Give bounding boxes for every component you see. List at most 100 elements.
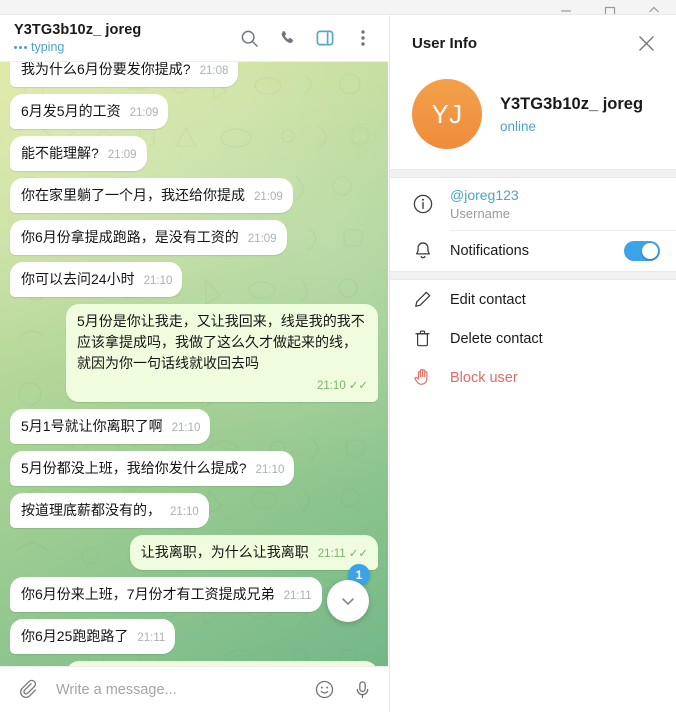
- message-time: 21:10: [171, 422, 201, 434]
- message-row[interactable]: 你6月份拿提成跑路，是没有工资的 21:09: [10, 220, 378, 255]
- user-info-title: User Info: [412, 34, 478, 52]
- section-divider-2: [390, 271, 676, 280]
- message-time: 21:09: [247, 233, 277, 245]
- message-input[interactable]: [50, 681, 302, 698]
- close-icon[interactable]: [630, 27, 662, 59]
- notifications-label: Notifications: [450, 243, 529, 259]
- smiley-icon[interactable]: [308, 674, 340, 706]
- search-icon[interactable]: [232, 21, 266, 55]
- outgoing-message-bubble[interactable]: 我也是5月4号没去上班，5月27号也是回去上班21:11✓✓: [66, 661, 378, 666]
- pencil-icon: [412, 289, 450, 310]
- avatar[interactable]: YJ: [412, 79, 482, 149]
- delete-contact-label: Delete contact: [450, 330, 543, 347]
- message-time: 21:09: [129, 107, 159, 119]
- message-composer: [0, 666, 388, 712]
- message-time: 21:11: [137, 632, 166, 644]
- block-user-row[interactable]: Block user: [390, 358, 676, 397]
- message-meta: 21:10 ✓✓: [317, 376, 368, 397]
- message-row[interactable]: 5月份是你让我走，又让我回来，线是我的我不应该拿提成吗，我做了这么久才做起来的线…: [10, 304, 378, 402]
- info-panel-toggle-icon[interactable]: [308, 21, 342, 55]
- window-close-button[interactable]: [632, 0, 676, 14]
- message-text: 6月发5月的工资: [21, 103, 121, 119]
- message-row[interactable]: 你在家里躺了一个月，我还给你提成 21:09: [10, 178, 378, 213]
- message-text: 按道理底薪都没有的，: [21, 502, 161, 518]
- chat-column: Y3TG3b10z_ joreg typing 我为什么6月份要发你提成? 21…: [0, 15, 388, 712]
- message-time: 21:11: [283, 590, 312, 602]
- profile-name: Y3TG3b10z_ joreg: [500, 94, 644, 113]
- chat-header-texts[interactable]: Y3TG3b10z_ joreg typing: [14, 22, 232, 54]
- notifications-body: Notifications: [450, 243, 624, 259]
- message-row[interactable]: 5月1号就让你离职了啊 21:10: [10, 409, 378, 444]
- message-row[interactable]: 能不能理解? 21:09: [10, 136, 378, 171]
- message-row[interactable]: 你可以去问24小时 21:10: [10, 262, 378, 297]
- message-meta: 21:10: [144, 271, 173, 292]
- message-meta: 21:11: [137, 628, 165, 649]
- message-time: 21:10: [170, 506, 199, 518]
- username-value[interactable]: @joreg123: [450, 187, 660, 203]
- window-minimize-button[interactable]: [544, 0, 588, 14]
- microphone-icon[interactable]: [346, 674, 378, 706]
- paperclip-icon[interactable]: [12, 674, 44, 706]
- message-meta: 21:11: [284, 586, 312, 607]
- message-time: 21:10: [143, 275, 173, 287]
- incoming-message-bubble[interactable]: 你6月份拿提成跑路，是没有工资的 21:09: [10, 220, 287, 255]
- phone-icon[interactable]: [270, 21, 304, 55]
- scroll-to-bottom-button[interactable]: [327, 580, 369, 622]
- username-label: Username: [450, 206, 510, 221]
- incoming-message-bubble[interactable]: 6月发5月的工资 21:09: [10, 94, 169, 129]
- message-meta: 21:11 ✓✓: [318, 544, 368, 565]
- incoming-message-bubble[interactable]: 你6月份来上班，7月份才有工资提成兄弟 21:11: [10, 577, 322, 612]
- notifications-toggle[interactable]: [624, 241, 660, 261]
- message-list[interactable]: 我为什么6月份要发你提成? 21:08 6月发5月的工资 21:09 能不能理解? 21:…: [0, 62, 388, 666]
- section-divider: [390, 169, 676, 178]
- message-row[interactable]: 我也是5月4号没去上班，5月27号也是回去上班21:11✓✓: [10, 661, 378, 666]
- username-row[interactable]: @joreg123 Username: [390, 178, 676, 230]
- message-time: 21:10: [255, 464, 285, 476]
- incoming-message-bubble[interactable]: 5月1号就让你离职了啊 21:10: [10, 409, 211, 444]
- more-vert-icon[interactable]: [346, 21, 380, 55]
- message-row[interactable]: 让我离职，为什么让我离职 21:11 ✓✓: [10, 535, 378, 570]
- message-meta: 21:10: [172, 418, 201, 439]
- user-profile-summary: YJ Y3TG3b10z_ joreg online: [390, 71, 676, 169]
- bell-icon: [412, 240, 450, 262]
- message-scroll-area[interactable]: 我为什么6月份要发你提成? 21:08 6月发5月的工资 21:09 能不能理解? 21:…: [0, 62, 388, 666]
- outgoing-message-bubble[interactable]: 让我离职，为什么让我离职 21:11 ✓✓: [129, 535, 378, 570]
- trash-icon: [412, 328, 450, 349]
- message-meta: 21:10: [170, 502, 199, 523]
- message-row[interactable]: 你6月25跑跑路了 21:11: [10, 619, 378, 654]
- incoming-message-bubble[interactable]: 你在家里躺了一个月，我还给你提成 21:09: [10, 178, 293, 213]
- window-titlebar: [0, 0, 676, 15]
- profile-status: online: [500, 118, 537, 134]
- message-time: 21:08: [199, 65, 229, 77]
- read-receipt-icon: ✓✓: [348, 380, 368, 392]
- message-time: 21:09: [107, 149, 137, 161]
- incoming-message-bubble[interactable]: 你6月25跑跑路了 21:11: [10, 619, 176, 654]
- hand-stop-icon: [412, 367, 450, 388]
- window-maximize-button[interactable]: [588, 0, 632, 14]
- user-info-header: User Info: [390, 15, 676, 71]
- outgoing-message-bubble[interactable]: 5月份是你让我走，又让我回来，线是我的我不应该拿提成吗，我做了这么久才做起来的线…: [66, 304, 378, 402]
- delete-contact-row[interactable]: Delete contact: [390, 319, 676, 358]
- message-row[interactable]: 按道理底薪都没有的， 21:10: [10, 493, 378, 528]
- message-text: 你6月份来上班，7月份才有工资提成兄弟: [21, 586, 275, 602]
- incoming-message-bubble[interactable]: 能不能理解? 21:09: [10, 136, 147, 171]
- message-row[interactable]: 5月份都没上班，我给你发什么提成? 21:10: [10, 451, 378, 486]
- notifications-row[interactable]: Notifications: [390, 231, 676, 271]
- block-user-label: Block user: [450, 369, 518, 386]
- chevron-down-icon: [342, 598, 354, 605]
- delete-contact-body: Delete contact: [450, 331, 660, 347]
- message-row[interactable]: 你6月份来上班，7月份才有工资提成兄弟 21:11: [10, 577, 378, 612]
- message-row[interactable]: 我为什么6月份要发你提成? 21:08: [10, 62, 378, 87]
- edit-contact-row[interactable]: Edit contact: [390, 280, 676, 319]
- user-info-panel: User Info YJ Y3TG3b10z_ joreg online @jo…: [389, 15, 676, 712]
- incoming-message-bubble[interactable]: 5月份都没上班，我给你发什么提成? 21:10: [10, 451, 295, 486]
- message-text: 你6月25跑跑路了: [21, 628, 129, 644]
- message-meta: 21:09: [130, 103, 159, 124]
- incoming-message-bubble[interactable]: 我为什么6月份要发你提成? 21:08: [10, 62, 239, 87]
- message-row[interactable]: 6月发5月的工资 21:09: [10, 94, 378, 129]
- incoming-message-bubble[interactable]: 按道理底薪都没有的， 21:10: [10, 493, 209, 528]
- message-time: 21:09: [254, 191, 283, 203]
- edit-contact-label: Edit contact: [450, 291, 526, 308]
- message-text: 你在家里躺了一个月，我还给你提成: [21, 187, 245, 203]
- incoming-message-bubble[interactable]: 你可以去问24小时 21:10: [10, 262, 183, 297]
